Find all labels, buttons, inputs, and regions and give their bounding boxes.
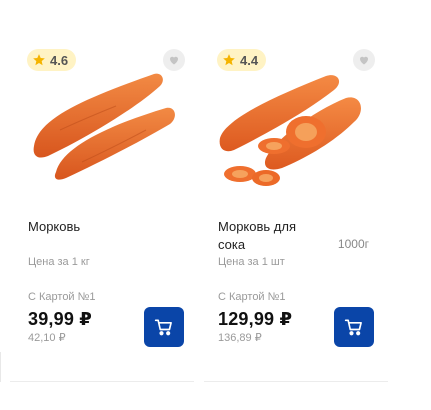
old-price: 136,89 ₽ xyxy=(218,332,262,344)
rating-value: 4.6 xyxy=(50,52,69,68)
unit-price-label: Цена за 1 шт xyxy=(218,256,285,268)
product-image[interactable] xyxy=(216,68,366,188)
shopping-cart-icon xyxy=(344,319,362,336)
price: 129,99 ₽ xyxy=(218,309,293,329)
heart-icon xyxy=(170,56,178,65)
shopping-cart-icon xyxy=(154,319,172,336)
unit-price-label: Цена за 1 кг xyxy=(28,256,90,268)
loyalty-card-label: С Картой №1 xyxy=(28,291,96,303)
product-grid: 4.6 Морковь Цена за 1 кг С Картой №1 39,… xyxy=(0,0,431,410)
product-image[interactable] xyxy=(26,68,176,188)
add-to-cart-button[interactable] xyxy=(144,307,184,347)
rating-value: 4.4 xyxy=(240,52,259,68)
product-name[interactable]: Морковь xyxy=(28,218,128,236)
star-icon xyxy=(223,54,235,66)
loyalty-card-label: С Картой №1 xyxy=(218,291,286,303)
add-to-cart-button[interactable] xyxy=(334,307,374,347)
heart-icon xyxy=(360,56,368,65)
product-weight: 1000г xyxy=(337,237,369,251)
product-card[interactable]: 4.6 Морковь Цена за 1 кг С Картой №1 39,… xyxy=(18,40,193,382)
previous-card-edge xyxy=(0,352,1,382)
product-name[interactable]: Морковь для сока xyxy=(218,218,318,254)
price: 39,99 ₽ xyxy=(28,309,92,329)
card-divider xyxy=(10,381,194,382)
product-card[interactable]: 4.4 Морковь для сока 1000г Цена за 1 шт … xyxy=(208,40,383,382)
card-divider xyxy=(204,381,388,382)
old-price: 42,10 ₽ xyxy=(28,332,66,344)
star-icon xyxy=(33,54,45,66)
